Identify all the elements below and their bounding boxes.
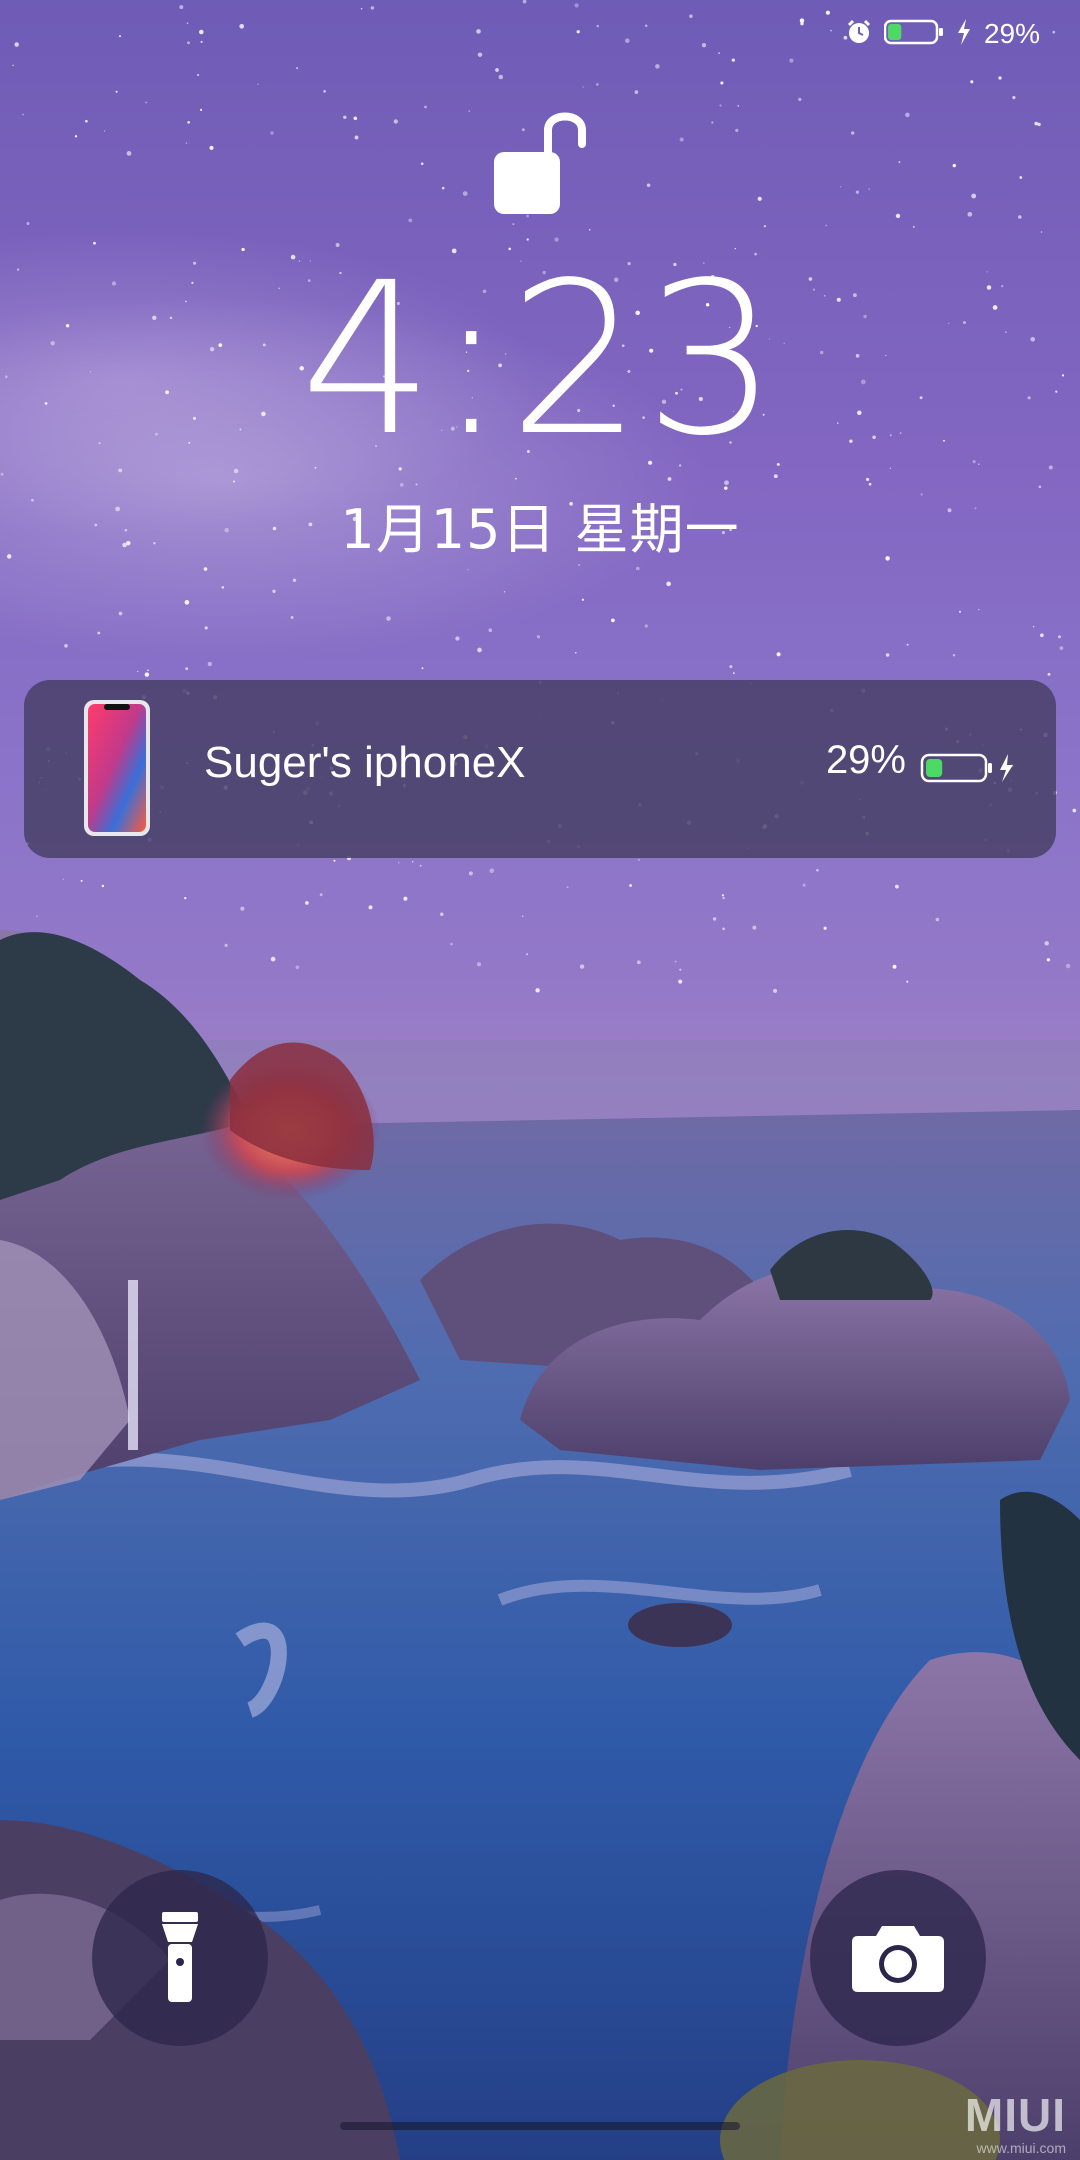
iphone-x-icon: [84, 700, 150, 836]
home-indicator[interactable]: [340, 2122, 740, 2130]
device-battery-percent: 29%: [825, 738, 906, 782]
lock-clock: 4:23: [300, 237, 780, 482]
watermark-url: www.miui.com: [976, 2140, 1066, 2156]
camera-button[interactable]: [810, 1870, 986, 2046]
device-name: Suger's iphoneX: [204, 738, 526, 787]
alarm-icon: [846, 19, 872, 49]
device-battery-card[interactable]: Suger's iphoneX 29%: [24, 680, 1056, 858]
watermark-brand: MIUI: [964, 2089, 1066, 2141]
charging-icon: [956, 19, 972, 49]
lock-date: 1月15日 星期一: [340, 498, 740, 561]
status-battery-percent: 29%: [983, 18, 1040, 49]
battery-icon: [883, 18, 944, 50]
flashlight-icon: [162, 1912, 198, 2002]
status-bar: 29%: [846, 14, 1040, 54]
device-battery-icon: [920, 753, 1013, 783]
camera-icon: [852, 1926, 944, 1992]
lock-screen: 29% 4:23 1月15日 星期一 Suger's iphoneX 29% M…: [0, 0, 1080, 2160]
flashlight-button[interactable]: [92, 1870, 268, 2046]
unlocked-padlock-icon: [494, 112, 586, 214]
